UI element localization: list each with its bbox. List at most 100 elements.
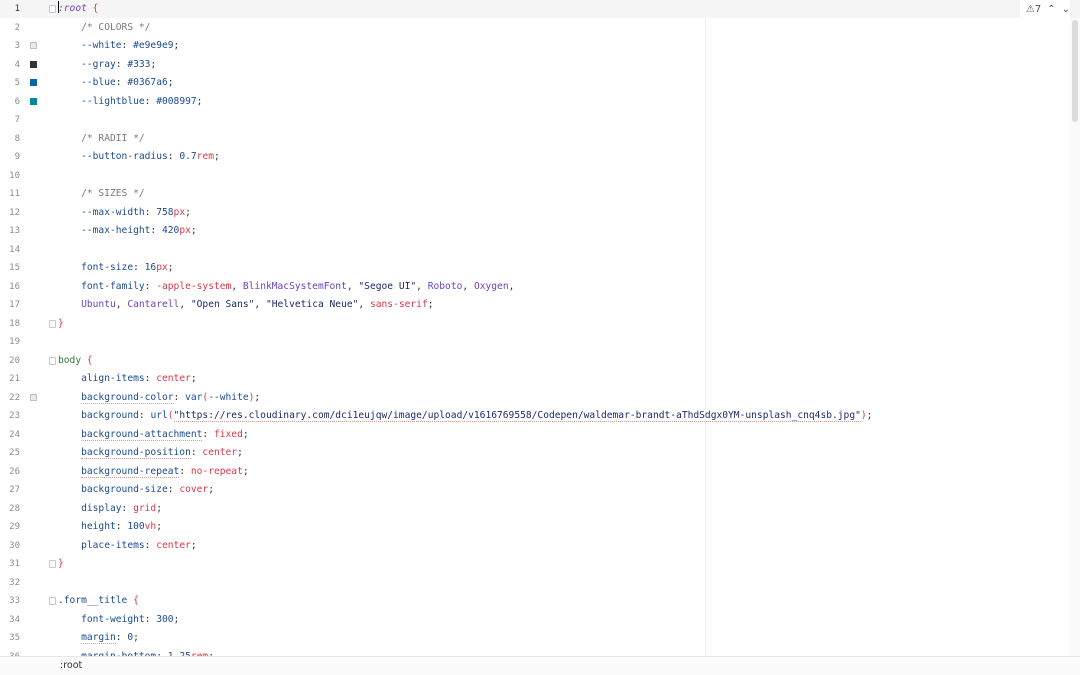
breadcrumb[interactable]: :root (60, 657, 82, 674)
code-text[interactable]: body { (58, 352, 93, 370)
line-number: 8 (14, 133, 20, 144)
color-swatch-icon[interactable] (30, 60, 37, 68)
color-swatch-icon[interactable] (30, 97, 37, 105)
color-swatch-icon[interactable] (30, 79, 37, 86)
line-number: 12 (9, 207, 20, 218)
code-text[interactable]: } (58, 555, 64, 573)
code-text[interactable]: --white: #e9e9e9; (58, 37, 179, 55)
code-text[interactable]: /* SIZES */ (58, 185, 145, 203)
fold-marker-icon[interactable] (49, 5, 56, 13)
code-text[interactable]: /* COLORS */ (58, 19, 150, 37)
code-line[interactable]: 24 background-attachment: fixed; (0, 426, 1080, 444)
code-line[interactable]: 14 (0, 241, 1080, 259)
code-text[interactable]: --blue: #0367a6; (58, 74, 173, 92)
line-number: 7 (14, 115, 20, 125)
code-line[interactable]: 5 --blue: #0367a6; (0, 74, 1080, 92)
code-text[interactable]: Ubuntu, Cantarell, "Open Sans", "Helveti… (58, 296, 433, 314)
code-text[interactable]: background-attachment: fixed; (58, 426, 249, 444)
line-number: 18 (9, 318, 20, 329)
code-text[interactable]: :root { (58, 0, 98, 18)
code-text[interactable]: --gray: #333; (58, 56, 156, 74)
chevron-up-icon[interactable]: ⌃ (1047, 4, 1055, 15)
code-line[interactable]: 9 --button-radius: 0.7rem; (0, 148, 1080, 166)
color-swatch-icon[interactable] (30, 42, 37, 49)
code-text[interactable]: font-family: -apple-system, BlinkMacSyst… (58, 278, 514, 296)
code-line[interactable]: 27 background-size: cover; (0, 481, 1080, 499)
code-text[interactable]: font-size: 16px; (58, 259, 173, 277)
fold-marker-icon[interactable] (49, 597, 56, 605)
line-number: 14 (9, 244, 20, 255)
code-line[interactable]: 13 --max-height: 420px; (0, 222, 1080, 240)
code-line[interactable]: 22 background-color: var(--white); (0, 389, 1080, 407)
fold-marker-icon[interactable] (49, 560, 56, 568)
line-number: 9 (14, 152, 20, 162)
line-number: 4 (14, 59, 20, 70)
code-text[interactable]: font-weight: 300; (58, 611, 179, 629)
code-line[interactable]: 10 (0, 167, 1080, 185)
code-text[interactable]: height: 100vh; (58, 518, 162, 536)
code-line[interactable]: 2 /* COLORS */ (0, 19, 1080, 37)
code-line[interactable]: 32 (0, 574, 1080, 592)
code-line[interactable]: 11 /* SIZES */ (0, 185, 1080, 203)
line-number: 10 (9, 170, 20, 181)
code-line[interactable]: 35 margin: 0; (0, 629, 1080, 647)
code-text[interactable]: .form__title { (58, 592, 139, 610)
code-text[interactable]: align-items: center; (58, 370, 197, 388)
code-line[interactable]: 7 (0, 111, 1080, 129)
line-number: 19 (9, 337, 20, 347)
code-line[interactable]: 3 --white: #e9e9e9; (0, 37, 1080, 55)
code-line[interactable]: 17 Ubuntu, Cantarell, "Open Sans", "Helv… (0, 296, 1080, 314)
code-line[interactable]: 23 background: url("https://res.cloudina… (0, 407, 1080, 425)
code-text[interactable]: --max-width: 758px; (58, 204, 191, 222)
code-line[interactable]: 33 .form__title { (0, 592, 1080, 610)
warning-count: 7 (1034, 3, 1042, 15)
line-number: 13 (9, 226, 20, 236)
vertical-scrollbar[interactable] (1070, 18, 1080, 657)
code-line[interactable]: 31} (0, 555, 1080, 573)
code-text[interactable]: background-repeat: no-repeat; (58, 463, 249, 481)
line-number: 34 (9, 614, 20, 625)
code-text[interactable]: place-items: center; (58, 537, 197, 555)
code-line[interactable]: 6 --lightblue: #008997; (0, 93, 1080, 111)
code-text[interactable]: background-position: center; (58, 444, 243, 462)
code-text[interactable]: --button-radius: 0.7rem; (58, 148, 220, 166)
line-number: 29 (9, 522, 20, 532)
scrollbar-thumb[interactable] (1072, 20, 1078, 122)
code-line[interactable]: 29 height: 100vh; (0, 518, 1080, 536)
fold-marker-icon[interactable] (49, 356, 56, 365)
code-line[interactable]: 1 :root { (0, 0, 1080, 18)
fold-marker-icon[interactable] (49, 319, 56, 328)
code-line[interactable]: 8 /* RADII */ (0, 130, 1080, 148)
code-text[interactable]: background: url("https://res.cloudinary.… (58, 407, 872, 425)
code-text[interactable]: background-size: cover; (58, 481, 214, 499)
line-number: 23 (9, 411, 20, 421)
code-line[interactable]: 26 background-repeat: no-repeat; (0, 463, 1080, 481)
line-number: 28 (9, 503, 20, 514)
code-line[interactable]: 4 --gray: #333; (0, 56, 1080, 74)
code-text[interactable]: --lightblue: #008997; (58, 93, 202, 111)
code-text[interactable]: background-color: var(--white); (58, 389, 260, 407)
color-swatch-icon[interactable] (30, 393, 37, 401)
code-editor[interactable]: 1 :root {2 /* COLORS */3 --white: #e9e9e9… (0, 0, 1080, 675)
code-line[interactable]: 16 font-family: -apple-system, BlinkMacS… (0, 278, 1080, 296)
code-line[interactable]: 12 --max-width: 758px; (0, 204, 1080, 222)
code-line[interactable]: 28 display: grid; (0, 500, 1080, 518)
code-line[interactable]: 20 body { (0, 352, 1080, 370)
line-number: 27 (9, 485, 20, 495)
line-number: 20 (9, 355, 20, 366)
code-line[interactable]: 18} (0, 315, 1080, 333)
warning-triangle-icon[interactable]: ⚠7 (1026, 4, 1041, 15)
code-text[interactable]: /* RADII */ (58, 130, 145, 148)
code-line[interactable]: 19 (0, 333, 1080, 351)
code-line[interactable]: 34 font-weight: 300; (0, 611, 1080, 629)
code-text[interactable]: --max-height: 420px; (58, 222, 197, 240)
code-text[interactable]: } (58, 315, 64, 333)
code-line[interactable]: 25 background-position: center; (0, 444, 1080, 462)
chevron-down-icon[interactable]: ⌄ (1062, 4, 1070, 15)
code-line[interactable]: 15 font-size: 16px; (0, 259, 1080, 277)
code-line[interactable]: 21 align-items: center; (0, 370, 1080, 388)
code-text[interactable]: margin: 0; (58, 629, 139, 647)
code-text[interactable]: display: grid; (58, 500, 162, 518)
code-line[interactable]: 30 place-items: center; (0, 537, 1080, 555)
line-number: 1 (14, 4, 20, 14)
